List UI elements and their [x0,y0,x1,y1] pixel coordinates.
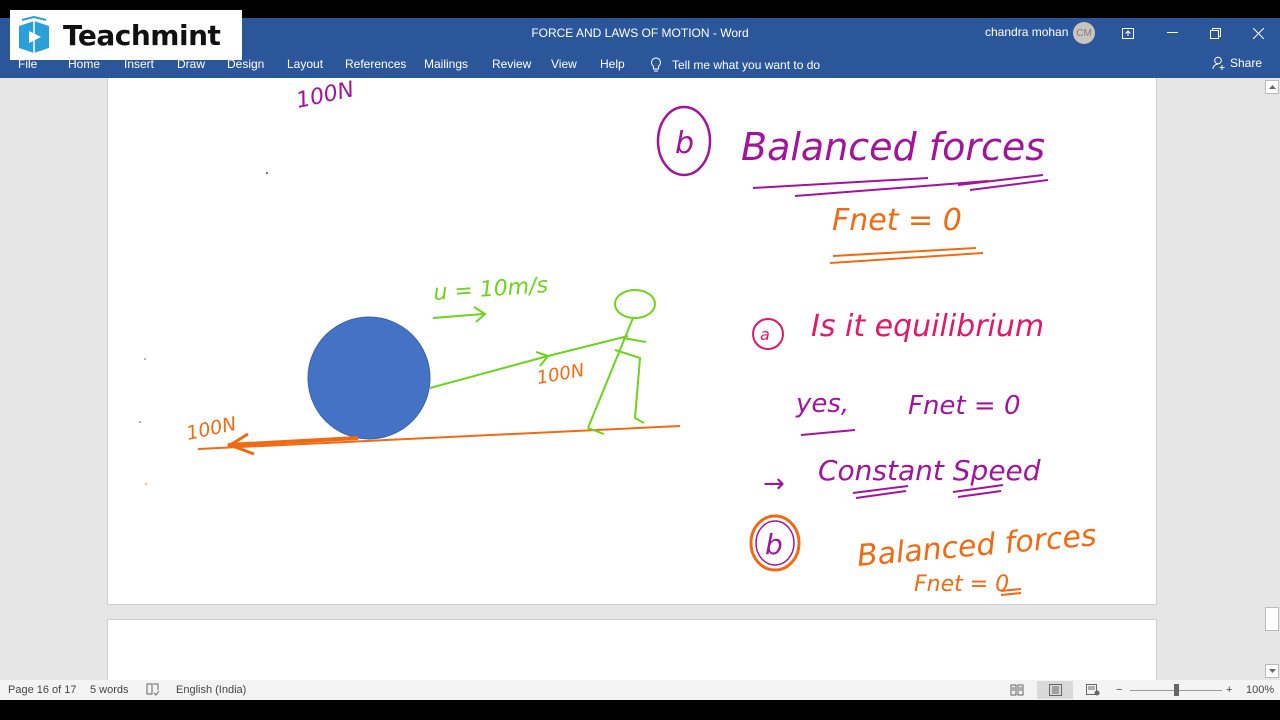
document-workspace[interactable]: 100N 100N 100N u = 10m/s b Balanced forc… [0,78,1264,689]
vertical-scrollbar[interactable] [1264,78,1280,680]
ink-heading-formula: Fnet = 0 [832,203,962,238]
web-layout-icon [1086,684,1100,696]
language-indicator[interactable]: English (India) [176,684,246,696]
ink-pull-force: 100N [535,360,586,389]
read-mode-icon [1010,684,1024,696]
zoom-level[interactable]: 100% [1246,684,1274,696]
restore-button[interactable] [1203,22,1227,44]
stick-figure-body [587,317,647,435]
zoom-in-button[interactable]: + [1226,684,1232,696]
teachmint-brand: Teachmint [63,18,221,52]
avatar[interactable]: CM [1073,22,1095,44]
tab-references[interactable]: References [345,57,406,71]
ink-drawing-canvas[interactable]: 100N 100N 100N u = 10m/s b Balanced forc… [108,78,1158,605]
status-bar: Page 16 of 17 5 words English (India) − … [0,680,1280,700]
ink-dot [144,358,146,360]
ribbon-display-options-button[interactable] [1116,22,1140,44]
ink-answer-underline [800,429,856,436]
ink-heading-underline [752,174,1049,197]
ball-shape [307,316,431,440]
web-layout-button[interactable] [1075,681,1111,699]
ink-friction-force: 100N [184,413,238,445]
tab-review[interactable]: Review [492,57,531,71]
close-icon [1252,27,1264,39]
share-button[interactable]: Share [1212,56,1262,70]
share-person-icon [1212,56,1225,70]
ink-heading: Balanced forces [741,125,1045,169]
scrollbar-thumb[interactable] [1265,607,1279,631]
ink-question: Is it equilibrium [811,309,1044,344]
ink-second-heading: Balanced forces [856,518,1098,574]
zoom-slider-thumb[interactable] [1174,684,1179,696]
bottom-black-strip [0,700,1280,720]
teachmint-watermark: Teachmint [10,10,242,60]
tab-layout[interactable]: Layout [287,57,323,71]
ink-answer: yes, [795,389,849,419]
zoom-out-button[interactable]: − [1116,684,1122,696]
ground-line [197,425,681,450]
ink-formula-underline [829,247,984,264]
ink-heading-marker: b [675,126,694,161]
tab-help[interactable]: Help [600,57,625,71]
ink-question-marker: a [760,325,770,344]
tell-me-label: Tell me what you want to do [672,57,821,72]
ribbon-display-icon [1122,27,1134,39]
ink-velocity: u = 10m/s [433,273,549,306]
read-mode-button[interactable] [999,681,1035,699]
minimize-icon [1166,32,1178,33]
teachmint-logo-icon [19,16,49,53]
ink-dot [145,483,147,485]
proofing-book-icon [146,683,160,696]
scroll-down-icon [1268,669,1276,673]
ink-top-force: 100N [294,78,356,114]
rope-line [429,335,629,389]
stick-figure-head [614,289,656,319]
share-label: Share [1230,56,1263,70]
scroll-up-icon [1268,85,1276,89]
ink-second-formula: Fnet = 0 [914,572,1009,597]
restore-icon [1209,27,1221,39]
scroll-up-button[interactable] [1265,80,1279,94]
tab-view[interactable]: View [551,57,577,71]
minimize-button[interactable] [1160,22,1184,44]
ink-dot [266,172,268,174]
lightbulb-icon [651,57,661,72]
close-button[interactable] [1246,22,1270,44]
next-document-page[interactable] [107,619,1157,689]
word-count[interactable]: 5 words [90,684,129,696]
user-name[interactable]: chandra mohan [985,25,1068,39]
page-indicator[interactable]: Page 16 of 17 [8,684,77,696]
ink-consequence: Constant Speed [818,454,1041,487]
document-page[interactable]: 100N 100N 100N u = 10m/s b Balanced forc… [107,78,1157,605]
tab-mailings[interactable]: Mailings [424,57,468,71]
proofing-status-button[interactable] [146,682,160,699]
ink-answer-formula: Fnet = 0 [908,391,1020,421]
print-layout-icon [1048,684,1062,696]
tell-me-search[interactable]: Tell me what you want to do [650,57,820,72]
scroll-down-button[interactable] [1265,664,1279,678]
velocity-arrow [432,306,487,323]
ink-consequence-arrow: → [763,469,785,499]
ink-dot [139,421,141,423]
print-layout-button[interactable] [1037,681,1073,699]
ink-second-marker: b [765,528,783,561]
